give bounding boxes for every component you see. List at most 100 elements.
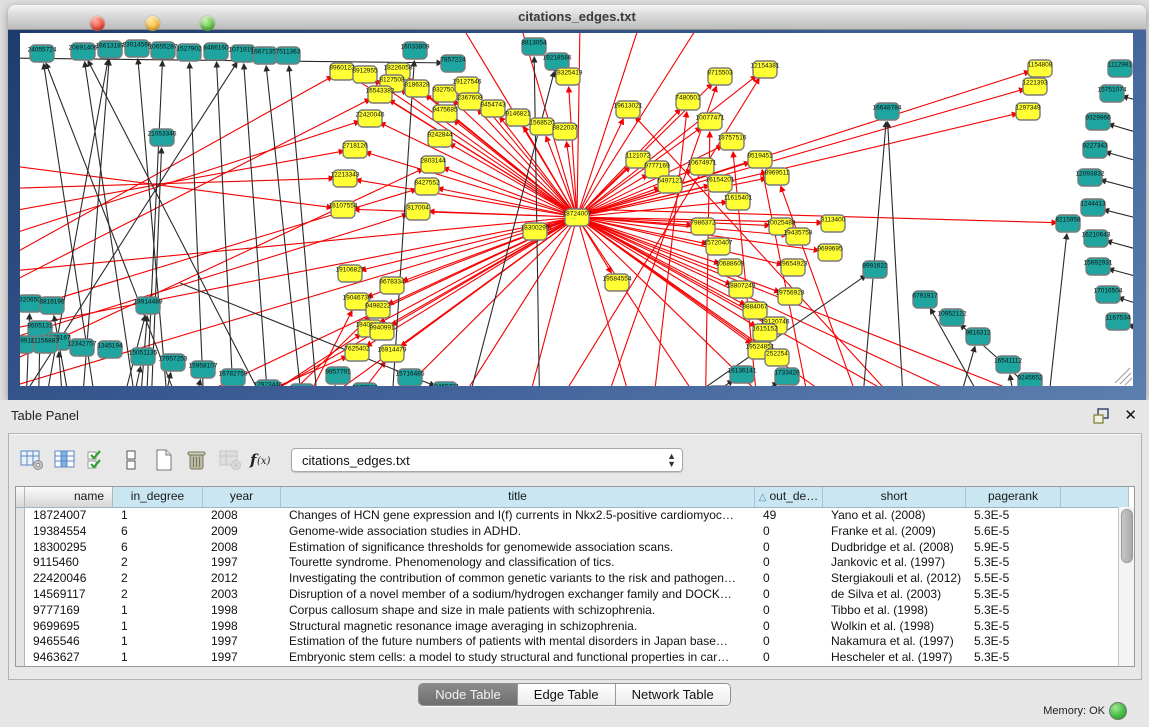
- graph-node[interactable]: 8991622: [862, 261, 888, 278]
- table-cell[interactable]: 9463627: [25, 650, 113, 666]
- graph-node[interactable]: 22420046: [356, 110, 385, 127]
- graph-node[interactable]: 10469731: [431, 382, 460, 386]
- graph-node[interactable]: 17016504: [1094, 286, 1123, 303]
- column-header-pagerank[interactable]: pagerank: [966, 487, 1061, 507]
- graph-node[interactable]: 8427552: [414, 178, 440, 195]
- table-cell[interactable]: de Silva et al. (2003): [823, 587, 966, 603]
- table-row[interactable]: 1456911722003Disruption of a novel membe…: [16, 587, 1134, 603]
- table-cell[interactable]: 1998: [203, 603, 281, 619]
- table-cell[interactable]: 6: [113, 524, 203, 540]
- table-cell[interactable]: 2: [113, 555, 203, 571]
- graph-edge-black[interactable]: [1109, 124, 1133, 145]
- table-cell[interactable]: 2012: [203, 571, 281, 587]
- column-header-year[interactable]: year: [203, 487, 281, 507]
- graph-node[interactable]: 9177012: [352, 383, 378, 386]
- row-height-icon[interactable]: [114, 445, 147, 475]
- table-row[interactable]: 1938455462009Genome-wide association stu…: [16, 524, 1134, 540]
- graph-node[interactable]: 8215958: [1055, 215, 1081, 232]
- table-cell[interactable]: Franke et al. (2009): [823, 524, 966, 540]
- select-columns-icon[interactable]: [81, 445, 114, 475]
- graph-edge-red[interactable]: [20, 217, 577, 386]
- table-cell[interactable]: 1997: [203, 555, 281, 571]
- column-header-name[interactable]: name: [25, 487, 113, 507]
- table-cell[interactable]: 9115460: [25, 555, 113, 571]
- graph-node[interactable]: 8969511: [765, 168, 790, 185]
- graph-node[interactable]: 9475685: [432, 105, 458, 122]
- graph-node[interactable]: 18724007: [563, 209, 592, 226]
- graph-node[interactable]: 2367608: [457, 93, 483, 110]
- graph-node[interactable]: 15958107: [189, 361, 218, 378]
- graph-node[interactable]: 2803144: [420, 156, 446, 173]
- graph-edge-black[interactable]: [1106, 152, 1133, 173]
- table-cell[interactable]: Structural magnetic resonance image aver…: [281, 619, 755, 635]
- table-cell[interactable]: 5.3E-5: [966, 603, 1061, 619]
- graph-node[interactable]: 8186328: [404, 80, 430, 97]
- graph-node[interactable]: 9327508: [432, 85, 458, 102]
- table-cell[interactable]: 5.3E-5: [966, 650, 1061, 666]
- table-cell[interactable]: Tourette syndrome. Phenomenology and cla…: [281, 555, 755, 571]
- table-cell[interactable]: 0: [755, 603, 823, 619]
- graph-node[interactable]: 9940991: [369, 323, 395, 340]
- table-cell[interactable]: 9699695: [25, 619, 113, 635]
- window-titlebar[interactable]: citations_edges.txt: [8, 5, 1146, 30]
- float-panel-icon[interactable]: [1093, 407, 1111, 425]
- table-cell[interactable]: 1998: [203, 619, 281, 635]
- graph-edge-red[interactable]: [366, 152, 577, 217]
- show-columns-icon[interactable]: [48, 445, 81, 475]
- table-cell[interactable]: 5.9E-5: [966, 540, 1061, 556]
- graph-node[interactable]: 6497121: [657, 176, 683, 193]
- graph-node[interactable]: 15692931: [1084, 258, 1113, 275]
- table-cell[interactable]: 5.3E-5: [966, 508, 1061, 524]
- graph-node[interactable]: 7625402: [344, 344, 370, 361]
- graph-node[interactable]: 16541112: [994, 356, 1022, 373]
- graph-node[interactable]: 1112981: [1108, 60, 1133, 77]
- table-cell[interactable]: Estimation of the future numbers of pati…: [281, 634, 755, 650]
- table-cell[interactable]: 2: [113, 587, 203, 603]
- table-cell[interactable]: Dudbridge et al. (2008): [823, 540, 966, 556]
- graph-edge-red[interactable]: [577, 33, 640, 217]
- graph-node[interactable]: 9699695: [817, 244, 843, 261]
- table-cell[interactable]: 0: [755, 650, 823, 666]
- graph-node[interactable]: 1527902: [176, 44, 202, 61]
- graph-edge-black[interactable]: [1107, 241, 1133, 261]
- graph-node[interactable]: 8822037: [552, 123, 578, 140]
- delete-table-icon[interactable]: [180, 445, 213, 475]
- table-cell[interactable]: 0: [755, 540, 823, 556]
- table-row[interactable]: 969969511998Structural magnetic resonanc…: [16, 619, 1134, 635]
- graph-node[interactable]: 12093832: [1076, 169, 1105, 186]
- table-cell[interactable]: 2003: [203, 587, 281, 603]
- graph-edge-red[interactable]: [20, 121, 360, 241]
- table-cell[interactable]: Disruption of a novel member of a sodium…: [281, 587, 755, 603]
- table-cell[interactable]: 5.3E-5: [966, 619, 1061, 635]
- function-builder-icon[interactable]: f(x): [246, 445, 279, 475]
- import-table-icon[interactable]: [213, 445, 246, 475]
- graph-node[interactable]: 9519451: [747, 151, 773, 168]
- table-cell[interactable]: 1: [113, 634, 203, 650]
- vertical-scrollbar[interactable]: [1118, 507, 1134, 666]
- graph-node[interactable]: 10952122: [938, 309, 967, 326]
- graph-node[interactable]: 1568520: [529, 118, 555, 135]
- graph-node[interactable]: 1154808: [1028, 60, 1053, 77]
- graph-node[interactable]: 9329966: [1085, 113, 1111, 130]
- graph-node[interactable]: 16033809: [401, 42, 430, 59]
- close-panel-icon[interactable]: ✕: [1124, 406, 1137, 424]
- graph-node[interactable]: 9616312: [965, 328, 991, 345]
- table-cell[interactable]: Changes of HCN gene expression and I(f) …: [281, 508, 755, 524]
- table-row[interactable]: 911546021997Tourette syndrome. Phenomeno…: [16, 555, 1134, 571]
- graph-node[interactable]: 8715503: [707, 68, 733, 85]
- table-cell[interactable]: 19384554: [25, 524, 113, 540]
- graph-edge-black[interactable]: [860, 122, 886, 386]
- table-row[interactable]: 946362711997Embryonic stem cells: a mode…: [16, 650, 1134, 666]
- graph-node[interactable]: 17957253: [159, 354, 188, 371]
- graph-node[interactable]: 16210643: [1082, 230, 1111, 247]
- graph-node[interactable]: 8466160: [203, 43, 229, 60]
- table-row[interactable]: 2242004622012Investigating the contribut…: [16, 571, 1134, 587]
- table-cell[interactable]: 18300295: [25, 540, 113, 556]
- graph-node[interactable]: 21053346: [148, 129, 177, 146]
- table-cell[interactable]: Yano et al. (2008): [823, 508, 966, 524]
- table-cell[interactable]: 0: [755, 555, 823, 571]
- graph-node[interactable]: 9884067: [742, 302, 768, 319]
- graph-node[interactable]: 19435758: [784, 228, 813, 245]
- graph-node[interactable]: 11615401: [724, 193, 753, 210]
- graph-edge-black[interactable]: [217, 62, 235, 386]
